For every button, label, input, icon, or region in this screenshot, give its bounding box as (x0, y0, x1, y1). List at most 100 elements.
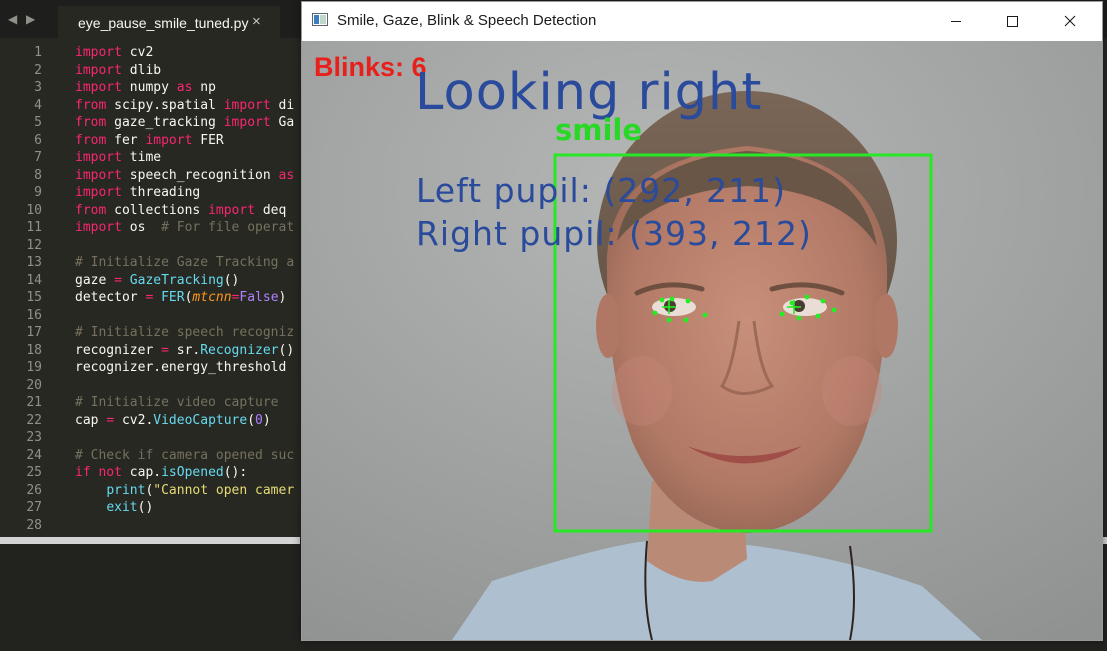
code-text: import numpy as np (75, 79, 216, 97)
code-line[interactable]: 10 from collections import deq (0, 202, 300, 220)
video-feed: Blinks: 6 Looking right smile Left pupil… (302, 41, 1102, 640)
code-line[interactable]: 7 import time (0, 149, 300, 167)
code-token: print (106, 482, 146, 498)
window-titlebar[interactable]: Smile, Gaze, Blink & Speech Detection (302, 2, 1102, 40)
nav-back-icon[interactable]: ◀ (8, 12, 17, 26)
line-number: 12 (26, 237, 42, 253)
code-token: () (137, 500, 154, 515)
left-cheek (612, 356, 672, 426)
minimize-button[interactable] (933, 2, 979, 40)
code-token: GazeTracking (129, 272, 224, 288)
code-text: # Check if camera opened suc (75, 447, 294, 465)
code-line[interactable]: 24 # Check if camera opened suc (0, 447, 300, 465)
code-token: as (176, 80, 193, 95)
line-number: 3 (34, 80, 42, 95)
code-line[interactable]: 19 recognizer.energy_threshold (0, 359, 300, 377)
editor-tab[interactable]: eye_pause_smile_tuned.py × (58, 6, 280, 38)
code-token: cap. (121, 465, 162, 480)
tab-close-icon[interactable]: × (252, 13, 261, 30)
code-line[interactable]: 25 if not cap.isOpened(): (0, 464, 300, 482)
line-number: 15 (26, 290, 42, 305)
code-line[interactable]: 23 (0, 429, 300, 447)
code-line[interactable]: 18 recognizer = sr.Recognizer() (0, 342, 300, 360)
code-line[interactable]: 21 # Initialize video capture (0, 394, 300, 412)
code-line[interactable]: 6 from fer import FER (0, 132, 300, 150)
line-number: 9 (34, 185, 42, 200)
code-token: numpy (121, 80, 177, 95)
code-line[interactable]: 3 import numpy as np (0, 79, 300, 97)
code-line[interactable]: 11 import os # For file operat (0, 219, 300, 237)
right-pupil-coordinates: Right pupil: (393, 212) (416, 214, 812, 253)
code-token: exit (106, 500, 138, 515)
code-text: import speech_recognition as (75, 167, 294, 185)
code-line[interactable]: 16 (0, 307, 300, 325)
code-line[interactable]: 20 (0, 377, 300, 395)
code-token: ) (278, 290, 287, 305)
code-token: sr. (168, 342, 201, 358)
code-line[interactable]: 12 (0, 237, 300, 255)
code-token: VideoCapture (153, 412, 248, 428)
code-token: FER (192, 132, 224, 148)
code-token: import (145, 132, 193, 148)
code-text: import cv2 (75, 44, 153, 62)
code-token: (): (223, 465, 248, 480)
code-line[interactable]: 22 cap = cv2.VideoCapture(0) (0, 412, 300, 430)
code-token: 0 (255, 412, 263, 428)
code-token: cv2. (114, 412, 154, 428)
maximize-button[interactable] (989, 2, 1035, 40)
code-token: () (223, 272, 240, 288)
line-number: 17 (26, 325, 42, 340)
line-number: 24 (26, 447, 42, 463)
code-token: dlib (121, 62, 162, 78)
line-number: 22 (26, 412, 42, 428)
code-line[interactable]: 14 gaze = GazeTracking() (0, 272, 300, 290)
code-text: cap = cv2.VideoCapture(0) (75, 412, 271, 430)
code-token: = (161, 342, 169, 358)
line-number: 10 (26, 202, 42, 218)
code-token: as (278, 167, 295, 183)
minimize-icon (951, 21, 961, 22)
left-iris (664, 300, 676, 312)
code-token: FER (161, 290, 185, 305)
code-line[interactable]: 15 detector = FER(mtcnn=False) (0, 289, 300, 307)
code-line[interactable]: 8 import speech_recognition as (0, 167, 300, 185)
code-token: di (270, 97, 295, 113)
code-text: import threading (75, 184, 200, 202)
right-ear (874, 294, 898, 358)
code-line[interactable]: 2 import dlib (0, 62, 300, 80)
code-token: recognizer.energy_threshold (75, 360, 287, 375)
nav-forward-icon[interactable]: ▶ (26, 12, 35, 26)
code-token: import (75, 45, 122, 60)
code-text: from gaze_tracking import Ga (75, 114, 294, 132)
code-area[interactable]: 1 import cv2 2 import dlib 3 import numpy as … (0, 44, 300, 539)
line-number: 6 (34, 132, 42, 148)
code-token: time (121, 150, 162, 165)
code-line[interactable]: 26 print("Cannot open camer (0, 482, 300, 500)
code-line[interactable]: 9 import threading (0, 184, 300, 202)
line-number: 1 (34, 45, 42, 60)
code-text: import dlib (75, 62, 161, 80)
code-line[interactable]: 5 from gaze_tracking import Ga (0, 114, 300, 132)
code-token: cap (75, 412, 107, 428)
code-token: gaze_tracking (106, 115, 224, 130)
code-token: import (223, 115, 271, 130)
close-button[interactable] (1047, 2, 1093, 40)
line-number: 18 (26, 342, 42, 358)
code-text: # Initialize video capture (75, 394, 279, 412)
code-text: import time (75, 149, 161, 167)
horizontal-scrollbar[interactable] (0, 537, 300, 544)
code-token: isOpened (161, 465, 224, 480)
code-line[interactable]: 13 # Initialize Gaze Tracking a (0, 254, 300, 272)
code-line[interactable]: 27 exit() (0, 499, 300, 517)
maximize-icon (1007, 16, 1018, 27)
code-token: import (75, 150, 122, 165)
code-text: from fer import FER (75, 132, 224, 150)
code-token: detector (75, 290, 146, 305)
left-ear (596, 294, 620, 358)
code-line[interactable]: 28 (0, 517, 300, 535)
code-token: recognizer (75, 342, 162, 358)
code-line[interactable]: 4 from scipy.spatial import di (0, 97, 300, 115)
code-line[interactable]: 1 import cv2 (0, 44, 300, 62)
code-text: # Initialize speech recogniz (75, 324, 294, 342)
code-line[interactable]: 17 # Initialize speech recogniz (0, 324, 300, 342)
